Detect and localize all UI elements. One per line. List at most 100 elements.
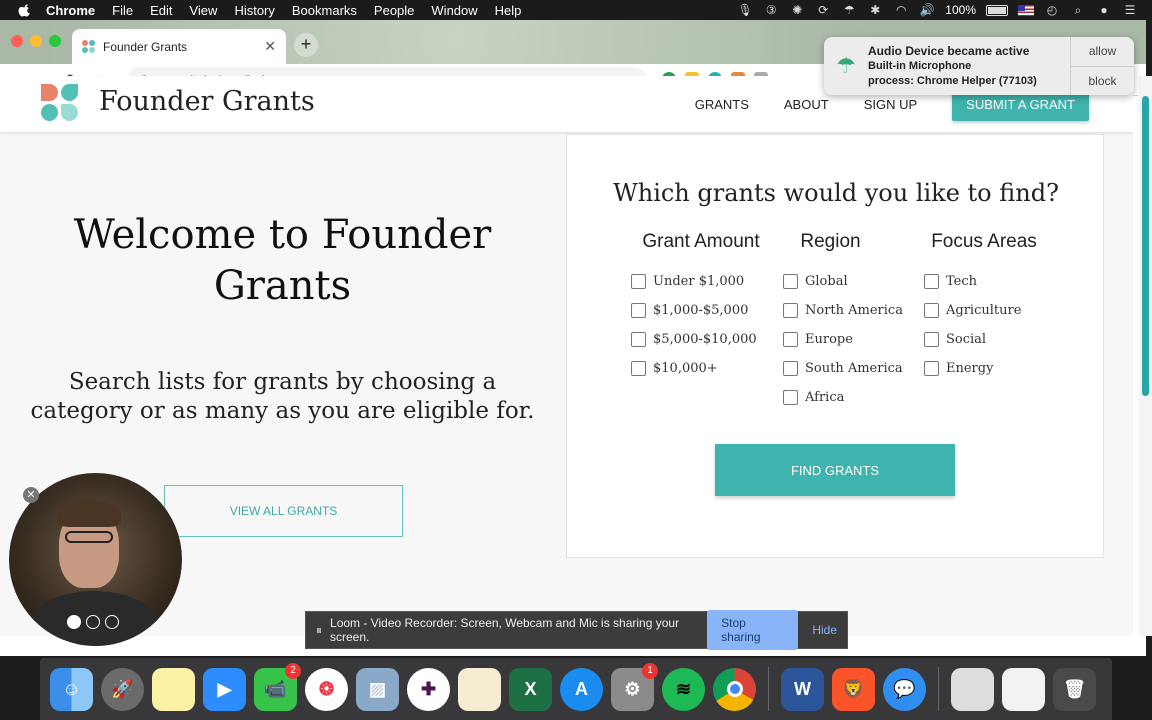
region-option[interactable]: North America [783, 296, 908, 325]
menu-window[interactable]: Window [431, 3, 477, 18]
loom-icon[interactable]: ✺ [789, 3, 805, 17]
menu-view[interactable]: View [189, 3, 217, 18]
launchpad-icon[interactable]: 🚀 [101, 667, 144, 711]
siri-icon[interactable]: ● [1096, 3, 1112, 17]
menu-edit[interactable]: Edit [150, 3, 172, 18]
preview-icon[interactable]: ▨ [356, 667, 399, 711]
notification-count-icon[interactable]: ③ [763, 3, 779, 17]
brave-icon[interactable]: 🦁 [832, 667, 875, 711]
checkbox[interactable] [924, 303, 939, 318]
status-area: 🎙 ③ ✺ ⟳ ☂ ✱ ◠ 🔊 100% ◴ ⌕ ● ☰ [737, 0, 1152, 20]
close-window-button[interactable] [11, 35, 23, 47]
system-preferences-icon[interactable]: ⚙ 1 [611, 662, 658, 711]
nav-sign-up[interactable]: SIGN UP [864, 97, 917, 112]
checkbox[interactable] [783, 303, 798, 318]
microphone-icon[interactable]: 🎙 [737, 3, 753, 17]
zoom-icon[interactable]: ▶ [203, 667, 246, 711]
checkbox[interactable] [924, 332, 939, 347]
checkbox[interactable] [631, 303, 646, 318]
checkbox[interactable] [631, 274, 646, 289]
page-scrollbar[interactable] [1139, 76, 1152, 636]
facetime-icon[interactable]: 📹 2 [254, 662, 301, 711]
brand-name[interactable]: Founder Grants [99, 86, 315, 117]
amount-option[interactable]: $10,000+ [631, 354, 771, 383]
hero-subtitle: Search lists for grants by choosing a ca… [30, 369, 535, 424]
menu-bookmarks[interactable]: Bookmarks [292, 3, 357, 18]
checkbox[interactable] [783, 332, 798, 347]
option-label: $5,000-$10,000 [653, 332, 757, 347]
allow-button[interactable]: allow [1071, 37, 1134, 67]
messages-icon[interactable]: 💬 [883, 667, 926, 711]
checkbox[interactable] [783, 274, 798, 289]
medium-size-icon[interactable] [86, 615, 100, 629]
slack-icon[interactable]: ✚ [407, 667, 450, 711]
region-option[interactable]: Europe [783, 325, 908, 354]
checkbox[interactable] [783, 361, 798, 376]
small-size-icon[interactable] [67, 615, 81, 629]
new-tab-button[interactable]: + [294, 33, 318, 57]
checkbox[interactable] [924, 361, 939, 376]
option-label: Social [946, 332, 987, 347]
amount-option[interactable]: $1,000-$5,000 [631, 296, 771, 325]
menu-file[interactable]: File [112, 3, 133, 18]
sync-icon[interactable]: ⟳ [815, 3, 831, 17]
region-option[interactable]: Africa [783, 383, 908, 412]
hide-button[interactable]: Hide [812, 623, 837, 637]
wifi-icon[interactable]: ◠ [893, 3, 909, 17]
battery-icon[interactable] [986, 4, 1008, 16]
tab-founder-grants[interactable]: Founder Grants ✕ [72, 29, 286, 64]
option-label: Under $1,000 [653, 274, 745, 289]
founder-grants-logo-icon[interactable] [41, 84, 79, 122]
excel-icon[interactable]: X [509, 667, 552, 711]
nav-about[interactable]: ABOUT [784, 97, 829, 112]
minimize-window-button[interactable] [30, 35, 42, 47]
documents-stack-icon[interactable] [1002, 667, 1045, 711]
stop-sharing-button[interactable]: Stop sharing [707, 610, 799, 650]
chrome-icon[interactable] [713, 667, 756, 711]
focus-option[interactable]: Agriculture [924, 296, 1044, 325]
trash-icon[interactable]: 🗑 [1053, 667, 1096, 711]
us-flag-icon[interactable] [1018, 4, 1034, 16]
menu-history[interactable]: History [234, 3, 274, 18]
view-all-grants-button[interactable]: VIEW ALL GRANTS [164, 485, 403, 537]
bluetooth-icon[interactable]: ✱ [867, 3, 883, 17]
spotify-icon[interactable]: ≋ [662, 667, 705, 711]
menu-people[interactable]: People [374, 3, 414, 18]
timer-icon[interactable]: ◴ [1044, 3, 1060, 17]
volume-icon[interactable]: 🔊 [919, 3, 935, 17]
close-bubble-icon[interactable]: ✕ [23, 487, 39, 503]
nav-grants[interactable]: GRANTS [695, 97, 749, 112]
word-icon[interactable]: W [781, 667, 824, 711]
focus-option[interactable]: Tech [924, 267, 1044, 296]
menu-list-icon[interactable]: ☰ [1122, 3, 1138, 17]
spark-icon[interactable]: ❂ [305, 667, 348, 711]
finder-icon[interactable]: ☺ [50, 667, 93, 711]
checkbox[interactable] [783, 390, 798, 405]
amount-option[interactable]: Under $1,000 [631, 267, 771, 296]
search-icon[interactable]: ⌕ [1070, 3, 1086, 17]
notes-icon[interactable] [152, 667, 195, 711]
region-option[interactable]: Global [783, 267, 908, 296]
block-button[interactable]: block [1071, 67, 1134, 96]
close-tab-icon[interactable]: ✕ [264, 38, 276, 55]
menu-chrome[interactable]: Chrome [46, 3, 95, 18]
apple-icon[interactable] [18, 3, 32, 17]
amount-option[interactable]: $5,000-$10,000 [631, 325, 771, 354]
dock-separator [768, 667, 769, 711]
app-store-icon[interactable]: A [560, 667, 603, 711]
region-option[interactable]: South America [783, 354, 908, 383]
checkbox[interactable] [631, 332, 646, 347]
find-grants-button[interactable]: FIND GRANTS [715, 444, 955, 496]
checkbox[interactable] [924, 274, 939, 289]
zoom-window-button[interactable] [49, 35, 61, 47]
focus-option[interactable]: Energy [924, 354, 1044, 383]
menu-help[interactable]: Help [495, 3, 522, 18]
facetime-badge: 2 [285, 662, 301, 679]
checkbox[interactable] [631, 361, 646, 376]
large-size-icon[interactable] [105, 615, 119, 629]
umbrella-icon[interactable]: ☂ [841, 3, 857, 17]
recent-file-icon[interactable] [951, 667, 994, 711]
drag-handle-icon[interactable]: ⏸ [316, 623, 322, 638]
textedit-icon[interactable] [458, 667, 501, 711]
focus-option[interactable]: Social [924, 325, 1044, 354]
